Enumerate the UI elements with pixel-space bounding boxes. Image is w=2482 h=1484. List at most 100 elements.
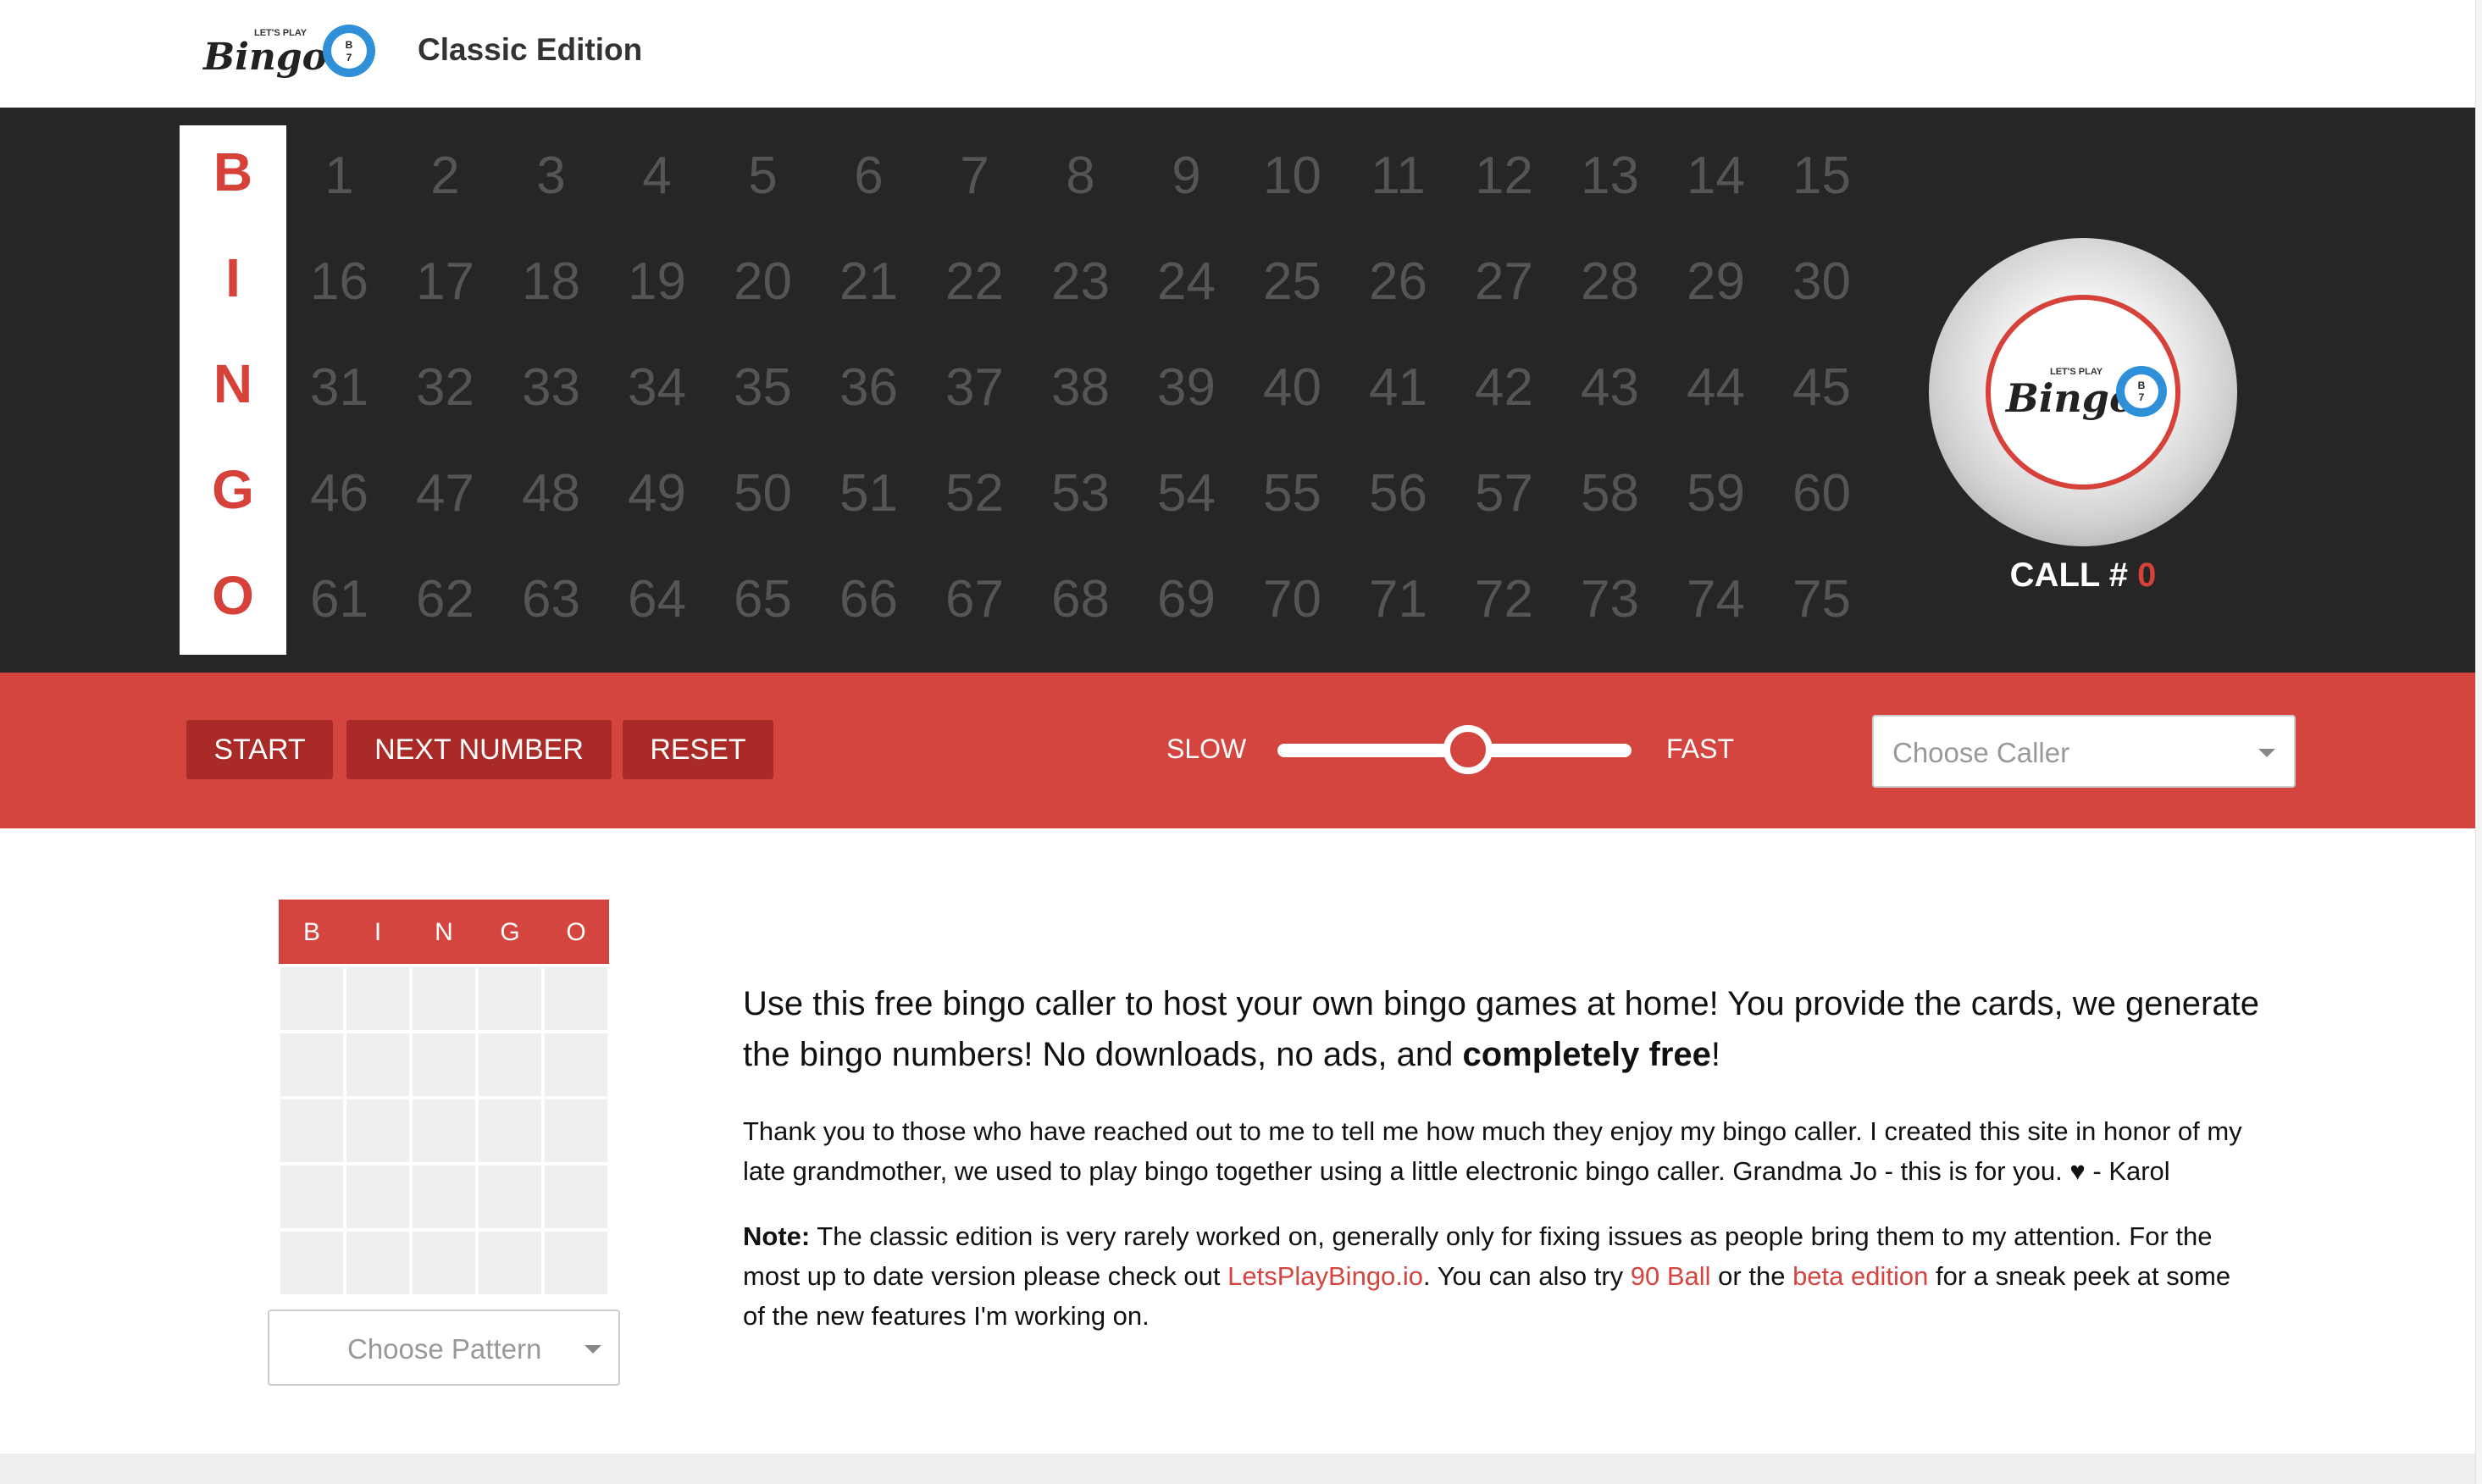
- pattern-cell[interactable]: [280, 1099, 343, 1162]
- board-number: 8: [1066, 147, 1095, 205]
- board-number: 57: [1475, 464, 1533, 523]
- board-number: 70: [1263, 570, 1321, 628]
- pattern-cell[interactable]: [545, 967, 607, 1030]
- board-number: 30: [1792, 252, 1851, 311]
- board-number: 54: [1157, 464, 1216, 523]
- board-number: 44: [1687, 358, 1745, 417]
- pattern-cell[interactable]: [413, 1166, 475, 1228]
- pattern-cell[interactable]: [545, 1166, 607, 1228]
- board-number: 11: [1371, 147, 1426, 205]
- pattern-cell[interactable]: [545, 1033, 607, 1096]
- ball-logo: LET'S PLAY Bingo! B 7: [2004, 366, 2167, 421]
- current-ball: LET'S PLAY Bingo! B 7: [1929, 238, 2237, 546]
- board-number: 72: [1475, 570, 1533, 628]
- note-text-3: or the: [1710, 1261, 1793, 1291]
- pattern-cell[interactable]: [346, 1099, 409, 1162]
- pattern-cell[interactable]: [545, 1232, 607, 1294]
- pattern-cell[interactable]: [479, 1099, 541, 1162]
- beta-edition-link[interactable]: beta edition: [1792, 1261, 1928, 1291]
- call-counter: CALL # 0: [1929, 556, 2237, 595]
- ninety-ball-link[interactable]: 90 Ball: [1631, 1261, 1711, 1291]
- pattern-cell[interactable]: [413, 1033, 475, 1096]
- choose-pattern-placeholder: Choose Pattern: [347, 1333, 542, 1365]
- choose-pattern-select[interactable]: Choose Pattern: [268, 1310, 620, 1386]
- board-number: 39: [1157, 358, 1216, 417]
- page-scrollbar[interactable]: [2475, 0, 2482, 1484]
- board-number: 50: [734, 464, 792, 523]
- board-number: 33: [522, 358, 580, 417]
- board-number: 20: [734, 252, 792, 311]
- board-number: 68: [1051, 570, 1110, 628]
- note-text-2: . You can also try: [1423, 1261, 1631, 1291]
- letter-i: I: [225, 247, 241, 308]
- board-number: 35: [734, 358, 792, 417]
- pattern-cell[interactable]: [479, 1033, 541, 1096]
- pattern-cell[interactable]: [413, 967, 475, 1030]
- svg-text:Bingo!: Bingo!: [202, 36, 343, 79]
- pattern-card: B I N G O: [279, 900, 609, 1294]
- note-label: Note:: [743, 1221, 811, 1251]
- letsplaybingo-link[interactable]: LetsPlayBingo.io: [1227, 1261, 1423, 1291]
- board-number: 26: [1369, 252, 1427, 311]
- board-number: 49: [628, 464, 686, 523]
- pattern-cell[interactable]: [280, 1232, 343, 1294]
- board-number: 60: [1792, 464, 1851, 523]
- board-number: 62: [416, 570, 474, 628]
- control-bar: START NEXT NUMBER RESET SLOW FAST Choose…: [0, 673, 2475, 828]
- board-number: 4: [642, 147, 672, 205]
- pattern-cell[interactable]: [280, 1033, 343, 1096]
- board-number: 28: [1581, 252, 1639, 311]
- board-number: 21: [839, 252, 898, 311]
- edition-title: Classic Edition: [418, 32, 643, 67]
- board-number: 45: [1792, 358, 1851, 417]
- pattern-cell[interactable]: [545, 1099, 607, 1162]
- board-number: 24: [1157, 252, 1216, 311]
- choose-caller-select[interactable]: Choose Caller: [1872, 715, 2296, 788]
- start-button[interactable]: START: [186, 720, 333, 779]
- board-number: 53: [1051, 464, 1110, 523]
- board-number: 59: [1687, 464, 1745, 523]
- board-number: 41: [1369, 358, 1427, 417]
- pattern-cell[interactable]: [280, 967, 343, 1030]
- note-paragraph: Note: The classic edition is very rarely…: [743, 1216, 2259, 1336]
- fast-label: FAST: [1666, 734, 1735, 764]
- reset-button[interactable]: RESET: [623, 720, 773, 779]
- svg-text:B: B: [346, 39, 353, 51]
- board-number: 71: [1369, 570, 1427, 628]
- chevron-down-icon: [2258, 749, 2275, 757]
- pattern-cell[interactable]: [413, 1099, 475, 1162]
- board-number: 25: [1263, 252, 1321, 311]
- pattern-card-header: B I N G O: [279, 900, 609, 964]
- board-number: 16: [310, 252, 368, 311]
- board-number: 17: [416, 252, 474, 311]
- choose-caller-placeholder: Choose Caller: [1892, 737, 2070, 768]
- top-header: LET'S PLAY Bingo! B 7 Classic Edition: [0, 0, 2475, 108]
- pattern-cell[interactable]: [346, 1166, 409, 1228]
- board-number: 36: [839, 358, 898, 417]
- letter-o: O: [212, 565, 254, 626]
- intro-text: Use this free bingo caller to host your …: [743, 978, 2268, 1080]
- speed-slider-thumb[interactable]: [1443, 725, 1493, 774]
- pattern-letter-b: B: [302, 918, 320, 946]
- board-number: 63: [522, 570, 580, 628]
- pattern-cell[interactable]: [280, 1166, 343, 1228]
- call-counter-value: 0: [2137, 556, 2157, 594]
- pattern-cell[interactable]: [413, 1232, 475, 1294]
- pattern-cell[interactable]: [479, 1232, 541, 1294]
- letter-n: N: [213, 353, 253, 414]
- next-number-button[interactable]: NEXT NUMBER: [346, 720, 612, 779]
- pattern-cell[interactable]: [346, 967, 409, 1030]
- intro-end: !: [1710, 1036, 1721, 1073]
- board-number: 12: [1475, 147, 1533, 205]
- svg-text:7: 7: [346, 52, 352, 64]
- pattern-cell[interactable]: [346, 1232, 409, 1294]
- pattern-cell[interactable]: [479, 967, 541, 1030]
- board-number: 23: [1051, 252, 1110, 311]
- lets-play-bingo-logo[interactable]: LET'S PLAY Bingo! B 7: [202, 20, 380, 85]
- pattern-cell[interactable]: [479, 1166, 541, 1228]
- pattern-letter-g: G: [500, 918, 520, 946]
- board-number: 18: [522, 252, 580, 311]
- pattern-cell[interactable]: [346, 1033, 409, 1096]
- board-number: 58: [1581, 464, 1639, 523]
- board-number: 52: [945, 464, 1004, 523]
